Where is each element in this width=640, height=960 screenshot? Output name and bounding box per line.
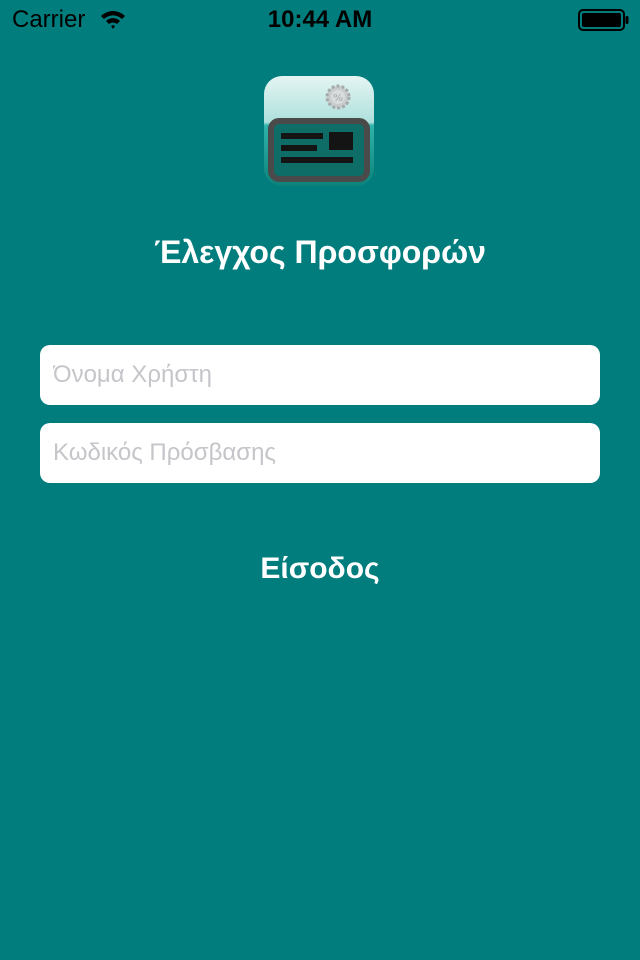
password-field-container[interactable] (40, 423, 600, 483)
app-title: Έλεγχος Προσφορών (154, 234, 486, 270)
login-button[interactable]: Είσοδος (220, 545, 420, 593)
status-time: 10:44 AM (267, 6, 373, 33)
username-field-container[interactable] (40, 345, 600, 405)
password-field[interactable] (40, 423, 600, 483)
status-bar: Carrier 10:44 AM (0, 0, 640, 40)
svg-text:%: % (333, 93, 343, 104)
username-field[interactable] (40, 345, 600, 405)
app-logo-icon: % (264, 76, 374, 186)
battery-icon (578, 9, 629, 31)
